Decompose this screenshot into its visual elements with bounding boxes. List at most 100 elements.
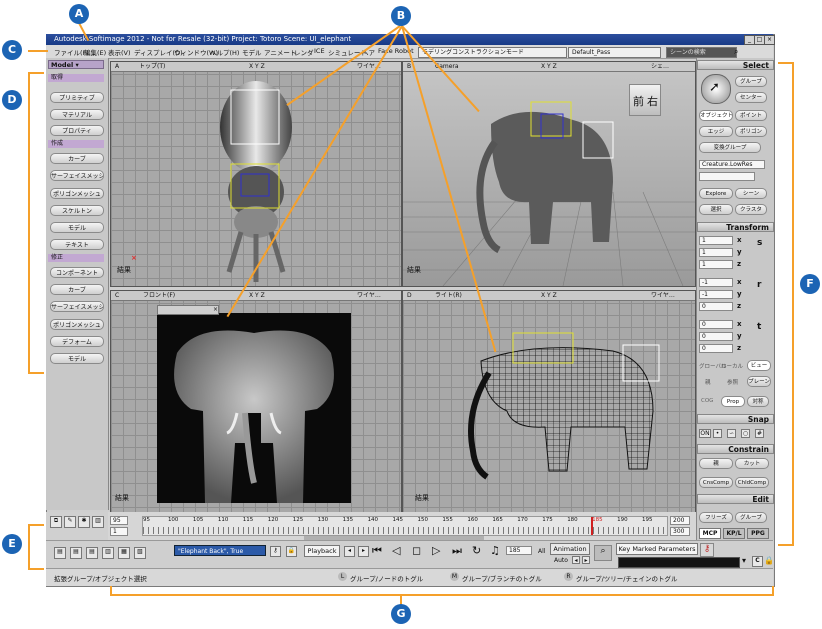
view-cube-front[interactable]: 前 — [633, 93, 644, 109]
chld-comp-button[interactable]: ChldComp — [735, 477, 769, 488]
search-icon[interactable]: ⌕ — [734, 47, 738, 57]
explore-cluster-button[interactable]: クラスタ — [735, 204, 767, 215]
select-center-button[interactable]: センター — [735, 92, 767, 103]
key-marked-parameters-button[interactable]: Key Marked Parameters — [616, 543, 698, 555]
translate-x-axis[interactable]: x — [737, 320, 742, 328]
cns-comp-button[interactable]: CnsComp — [699, 477, 733, 488]
modify-deform-button[interactable]: デフォーム — [50, 336, 104, 347]
constrain-panel-header[interactable]: Constrain — [697, 444, 774, 454]
cog-toggle[interactable]: COG — [701, 398, 713, 404]
timeline-global-end-field[interactable]: 300 — [670, 527, 690, 536]
translate-y-field[interactable]: 0 — [699, 332, 733, 341]
menu-model[interactable]: モデル — [242, 47, 262, 57]
viewport-b[interactable]: B Camera X Y Z シェ… 前 右 結果 — [402, 61, 696, 287]
pen-tool-icon[interactable]: ✎ — [64, 516, 76, 528]
graph-tool-icon[interactable]: ⧉ — [50, 516, 62, 528]
explore-scene-button[interactable]: シーン — [735, 188, 767, 199]
stop-icon[interactable]: ◻ — [412, 544, 421, 557]
transform-group-button[interactable]: 変換グループ — [699, 142, 761, 153]
create-text-button[interactable]: テキスト — [50, 239, 104, 250]
translate-z-axis[interactable]: z — [737, 344, 741, 352]
menu-help[interactable]: ヘルプ(H) — [210, 47, 239, 57]
create-polymesh-button[interactable]: ポリゴンメッシュ — [50, 188, 104, 199]
modify-component-button[interactable]: コンポーネント — [50, 267, 104, 278]
current-frame-field[interactable]: 185 — [506, 546, 532, 555]
rotate-x-axis[interactable]: x — [737, 278, 742, 286]
command-line-input[interactable] — [618, 557, 740, 568]
get-property-button[interactable]: プロパティ — [50, 125, 104, 136]
rotate-y-field[interactable]: -1 — [699, 290, 733, 299]
close-button[interactable]: × — [764, 35, 775, 45]
view-cube[interactable]: 前 右 — [629, 84, 661, 116]
step-back-icon[interactable]: ◁ — [392, 544, 400, 557]
edit-group-button[interactable]: グループ — [735, 512, 767, 523]
create-surface-button[interactable]: サーフェイスメッシュ — [50, 170, 104, 181]
scene-search-input[interactable]: シーンの検索 — [666, 47, 737, 58]
go-to-end-icon[interactable]: ⏭ — [452, 544, 462, 558]
select-group-button[interactable]: グループ — [735, 76, 767, 87]
create-curve-button[interactable]: カーブ — [50, 153, 104, 164]
ref-parent-toggle[interactable]: 親 — [705, 378, 711, 386]
module-selector[interactable]: Model ▾ — [48, 60, 104, 69]
timeline-global-start-field[interactable]: 1 — [110, 527, 128, 536]
scale-z-field[interactable]: 1 — [699, 260, 733, 269]
get-primitive-button[interactable]: プリミティブ — [50, 92, 104, 103]
tab-ppg[interactable]: PPG — [747, 528, 769, 539]
rotate-x-field[interactable]: -1 — [699, 278, 733, 287]
timeline-start-field[interactable]: 95 — [110, 516, 128, 525]
transform-panel-header[interactable]: Transform — [697, 222, 774, 232]
viewport-d[interactable]: D ライト(R) X Y Z ワイヤ… 結果 — [402, 290, 696, 514]
ref-view-toggle[interactable]: ビュー — [747, 360, 771, 371]
snap-on-toggle[interactable]: ON — [699, 429, 711, 438]
scale-x-field[interactable]: 1 — [699, 236, 733, 245]
layout-6-icon[interactable]: ▧ — [134, 547, 146, 559]
viewport-c-axes[interactable]: X Y Z — [249, 291, 265, 300]
scene-tool-icon[interactable]: ✱ — [78, 516, 90, 528]
scale-y-axis[interactable]: y — [737, 248, 742, 256]
layout-5-icon[interactable]: ▦ — [118, 547, 130, 559]
layout-2-icon[interactable]: ▤ — [70, 547, 82, 559]
rotate-y-axis[interactable]: y — [737, 290, 742, 298]
modify-polymesh-button[interactable]: ポリゴンメッシュ — [50, 319, 104, 330]
scale-x-axis[interactable]: x — [737, 236, 742, 244]
ref-reference-toggle[interactable]: 参照 — [727, 378, 738, 386]
modify-curve-button[interactable]: カーブ — [50, 284, 104, 295]
edit-panel-header[interactable]: Edit — [697, 494, 774, 504]
rotate-z-field[interactable]: 0 — [699, 302, 733, 311]
playback-menu-button[interactable]: Playback — [304, 545, 340, 557]
viewport-c-view-menu[interactable]: フロント(F) — [143, 291, 175, 300]
selection-history-field[interactable] — [699, 172, 755, 181]
explore-selection-button[interactable]: 選択 — [699, 204, 733, 215]
loop-icon[interactable]: ↻ — [472, 544, 481, 557]
viewport-c-display-menu[interactable]: ワイヤ… — [357, 291, 381, 300]
menu-view[interactable]: 表示(V) — [108, 47, 131, 57]
viewport-b-axes[interactable]: X Y Z — [541, 62, 557, 71]
command-dropdown-icon[interactable]: ▾ — [742, 556, 746, 565]
create-model-button[interactable]: モデル — [50, 222, 104, 233]
explore-button[interactable]: Explore — [699, 188, 733, 199]
prev-frame-icon[interactable]: ◂ — [344, 546, 355, 557]
viewport-d-view-menu[interactable]: ライト(R) — [435, 291, 462, 300]
modify-surface-button[interactable]: サーフェイスメッシュ — [50, 301, 104, 312]
audio-icon[interactable]: ♫ — [490, 544, 500, 557]
scale-y-field[interactable]: 1 — [699, 248, 733, 257]
select-polygon-button[interactable]: ポリゴン — [735, 126, 767, 137]
menu-animate[interactable]: アニメート — [264, 47, 296, 57]
keyable-set-dropdown[interactable]: "Elephant Back", True — [174, 545, 266, 556]
layout-1-icon[interactable]: ▤ — [54, 547, 66, 559]
scale-tool-icon[interactable]: s — [757, 238, 762, 248]
snap-point-icon[interactable]: • — [713, 429, 722, 438]
snap-grid-icon[interactable]: # — [755, 429, 764, 438]
ref-local-toggle[interactable]: ローカル — [721, 362, 743, 370]
timeline[interactable]: 95 1 95 100 105 110 115 120 125 130 135 140 145 150… — [108, 512, 696, 540]
translate-y-axis[interactable]: y — [737, 332, 742, 340]
command-lock-icon[interactable]: 🔒 — [764, 556, 774, 565]
timeline-end-field[interactable]: 200 — [670, 516, 690, 525]
animation-menu-button[interactable]: Animation — [550, 543, 590, 555]
constrain-cut-button[interactable]: カット — [735, 458, 769, 469]
layout-3-icon[interactable]: ▤ — [86, 547, 98, 559]
magnify-icon[interactable]: ⌕ — [594, 545, 612, 561]
keyframe-key-icon[interactable]: ⚷ — [270, 546, 281, 557]
image-plane-toolbar[interactable]: × — [157, 305, 219, 315]
pass-dropdown[interactable]: Default_Pass — [568, 47, 661, 58]
